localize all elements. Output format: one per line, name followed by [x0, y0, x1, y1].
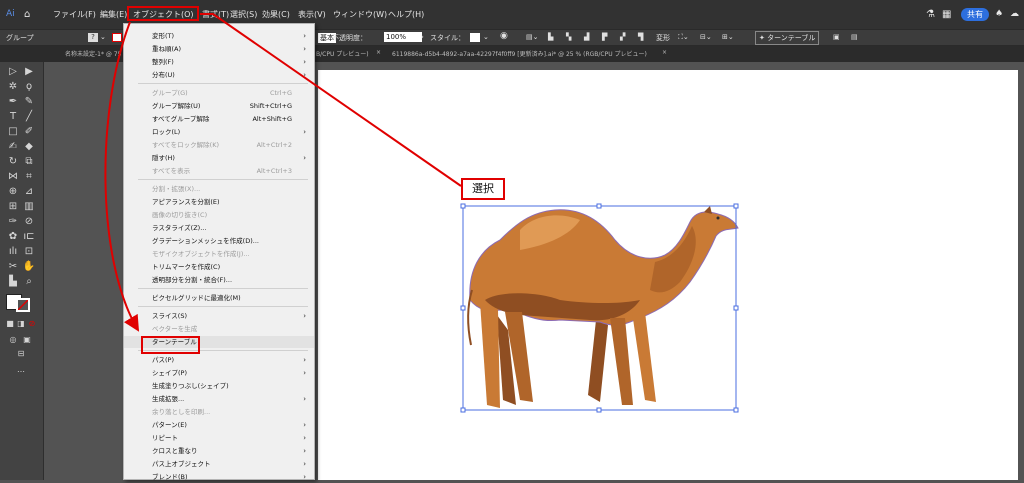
- annotation-arrows: [104, 13, 462, 332]
- selection-callout: 選択: [461, 178, 505, 200]
- callout-leader-line: [200, 13, 462, 187]
- annotation-arrow: [104, 21, 140, 332]
